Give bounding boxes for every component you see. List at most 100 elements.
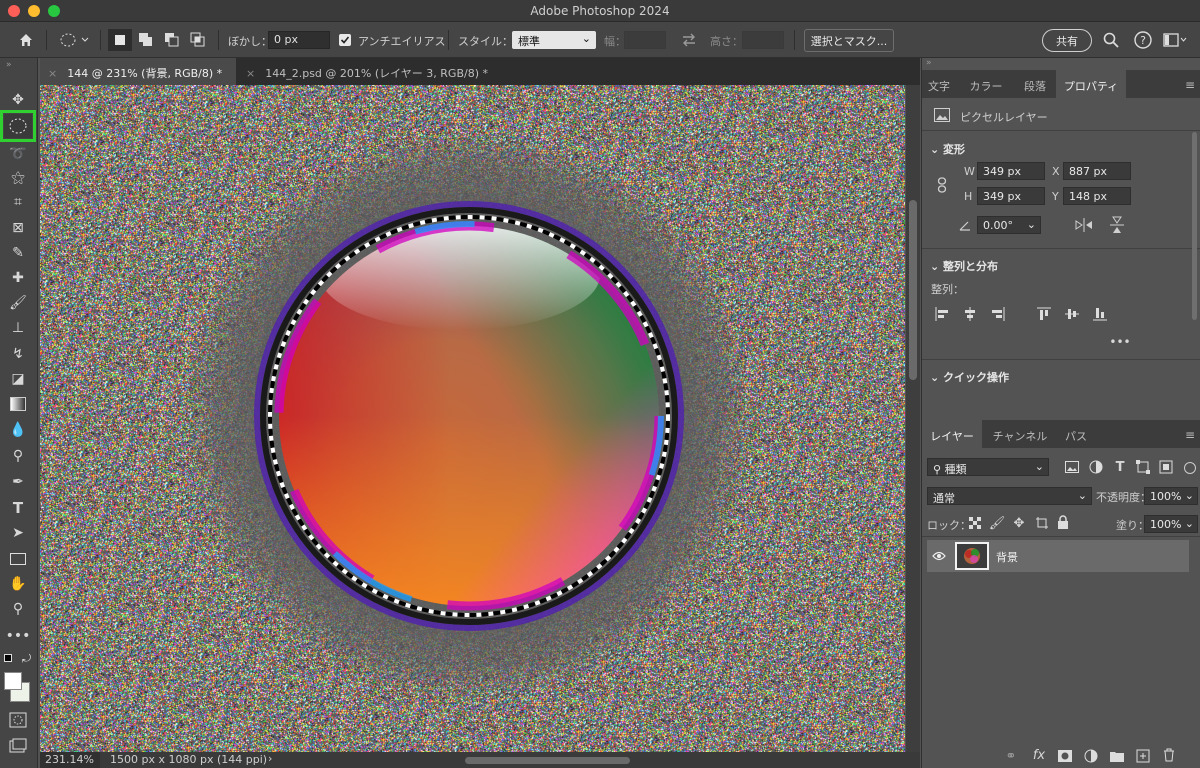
align-vertical-center-button[interactable]: [1064, 306, 1080, 322]
properties-scrollbar[interactable]: [1190, 94, 1198, 354]
delete-layer-button[interactable]: [1160, 747, 1178, 763]
crop-tool[interactable]: ⌗: [4, 190, 32, 214]
fill-field[interactable]: 100% ⌄: [1144, 515, 1198, 533]
history-brush-tool[interactable]: ↯: [4, 342, 32, 366]
filter-smart-object-button[interactable]: [1158, 459, 1174, 475]
tab-layers[interactable]: レイヤー: [922, 420, 982, 448]
filter-adjustment-button[interactable]: [1088, 459, 1104, 475]
x-field[interactable]: 887 px: [1063, 162, 1131, 180]
frame-tool[interactable]: ⊠: [4, 216, 32, 240]
collapse-dock-icon[interactable]: »: [926, 58, 932, 68]
width-input[interactable]: [624, 31, 666, 49]
hand-tool[interactable]: ✋: [4, 572, 32, 596]
panel-menu-icon[interactable]: ≡: [1185, 78, 1195, 92]
healing-brush-tool[interactable]: ✚: [4, 266, 32, 290]
flip-vertical-button[interactable]: [1107, 216, 1127, 234]
new-group-button[interactable]: [1108, 748, 1126, 764]
brush-tool[interactable]: 🖌: [4, 291, 32, 315]
panel-menu-icon[interactable]: ≡: [1185, 428, 1195, 442]
close-tab-icon[interactable]: ×: [48, 67, 57, 80]
dodge-tool[interactable]: ⚲: [4, 444, 32, 468]
eyedropper-tool[interactable]: ✎: [4, 241, 32, 265]
tab-channels[interactable]: チャンネル: [984, 420, 1056, 448]
help-button[interactable]: ?: [1132, 29, 1154, 51]
lock-transparent-pixels-button[interactable]: [968, 516, 982, 530]
blend-mode-dropdown[interactable]: 通常 ⌄: [927, 487, 1092, 505]
lasso-tool[interactable]: ➰: [4, 142, 32, 166]
filter-shape-button[interactable]: [1135, 459, 1151, 475]
align-right-button[interactable]: [990, 306, 1006, 322]
subtract-from-selection-button[interactable]: [160, 29, 184, 51]
search-button[interactable]: [1100, 29, 1122, 51]
elliptical-marquee-tool[interactable]: [0, 110, 36, 142]
tab-properties[interactable]: プロパティ: [1056, 70, 1126, 98]
marquee-tool-preset-picker[interactable]: [54, 29, 94, 51]
swap-colors-icon[interactable]: ⤾: [22, 652, 31, 666]
home-button[interactable]: [12, 29, 40, 51]
share-button[interactable]: 共有: [1042, 29, 1092, 52]
horizontal-scroll-thumb[interactable]: [465, 757, 630, 764]
edit-toolbar-button[interactable]: •••: [4, 624, 32, 648]
antialias-checkbox[interactable]: [339, 34, 351, 46]
eraser-tool[interactable]: ◪: [4, 367, 32, 391]
angle-field[interactable]: 0.00° ⌄: [977, 216, 1041, 234]
new-selection-button[interactable]: [108, 29, 132, 51]
align-top-button[interactable]: [1036, 306, 1052, 322]
y-field[interactable]: 148 px: [1063, 187, 1131, 205]
move-tool[interactable]: ✥: [4, 88, 32, 112]
link-icon[interactable]: [936, 176, 948, 194]
visibility-toggle[interactable]: [931, 548, 947, 564]
type-tool[interactable]: T: [4, 496, 32, 520]
clone-stamp-tool[interactable]: ⊥: [4, 316, 32, 340]
quick-mask-button[interactable]: [4, 708, 32, 732]
swap-width-height-button[interactable]: [678, 29, 700, 51]
lock-position-button[interactable]: ✥: [1012, 515, 1026, 531]
layer-style-button[interactable]: fx: [1030, 747, 1048, 763]
filter-toggle[interactable]: [1184, 462, 1196, 474]
align-left-button[interactable]: [934, 306, 950, 322]
height-field[interactable]: 349 px: [977, 187, 1045, 205]
workspace-button[interactable]: [1162, 29, 1188, 51]
filter-pixel-button[interactable]: [1064, 459, 1080, 475]
flip-horizontal-button[interactable]: [1074, 216, 1094, 234]
foreground-color-swatch[interactable]: [4, 672, 22, 690]
screen-mode-button[interactable]: [4, 734, 32, 758]
layer-name[interactable]: 背景: [996, 549, 1018, 565]
align-bottom-button[interactable]: [1092, 306, 1108, 322]
zoom-level-field[interactable]: 231.14%: [40, 752, 100, 768]
height-input[interactable]: [742, 31, 784, 49]
document-tab[interactable]: × 144_2.psd @ 201% (レイヤー 3, RGB/8) *: [238, 58, 500, 85]
blur-tool[interactable]: 💧: [4, 418, 32, 442]
tab-character[interactable]: 文字: [922, 70, 956, 98]
properties-scroll-thumb[interactable]: [1192, 132, 1197, 320]
rectangle-tool[interactable]: [4, 547, 32, 571]
add-to-selection-button[interactable]: [134, 29, 158, 51]
magic-wand-tool[interactable]: ⚝: [4, 166, 32, 190]
lock-artboard-button[interactable]: [1034, 515, 1050, 531]
select-and-mask-button[interactable]: 選択とマスク...: [804, 29, 894, 52]
intersect-selection-button[interactable]: [186, 29, 210, 51]
layer-thumbnail[interactable]: [955, 542, 989, 570]
chevron-right-icon[interactable]: ›: [268, 752, 272, 765]
tab-paragraph[interactable]: 段落: [1016, 70, 1054, 98]
layer-filter-dropdown[interactable]: ⚲ 種類 ⌄: [927, 458, 1049, 476]
align-horizontal-center-button[interactable]: [962, 306, 978, 322]
pen-tool[interactable]: ✒: [4, 470, 32, 494]
lock-image-pixels-button[interactable]: 🖌: [989, 515, 1006, 531]
align-section-header[interactable]: ⌄ 整列と分布: [930, 258, 998, 274]
width-field[interactable]: 349 px: [977, 162, 1045, 180]
more-options-icon[interactable]: •••: [1109, 335, 1130, 349]
path-selection-tool[interactable]: ➤: [4, 521, 32, 545]
feather-input[interactable]: 0 px: [268, 31, 330, 49]
style-dropdown[interactable]: 標準 ⌄: [512, 31, 596, 49]
document-canvas[interactable]: [40, 85, 905, 752]
add-mask-button[interactable]: [1056, 748, 1074, 764]
link-layers-button[interactable]: ⚭: [1002, 748, 1020, 764]
new-layer-button[interactable]: [1134, 748, 1152, 764]
tab-paths[interactable]: パス: [1058, 420, 1094, 448]
zoom-tool[interactable]: ⚲: [4, 597, 32, 621]
filter-type-button[interactable]: T: [1112, 459, 1128, 475]
close-tab-icon[interactable]: ×: [246, 67, 255, 80]
lock-all-button[interactable]: [1056, 514, 1070, 530]
document-tab[interactable]: × 144 @ 231% (背景, RGB/8) *: [40, 58, 236, 85]
